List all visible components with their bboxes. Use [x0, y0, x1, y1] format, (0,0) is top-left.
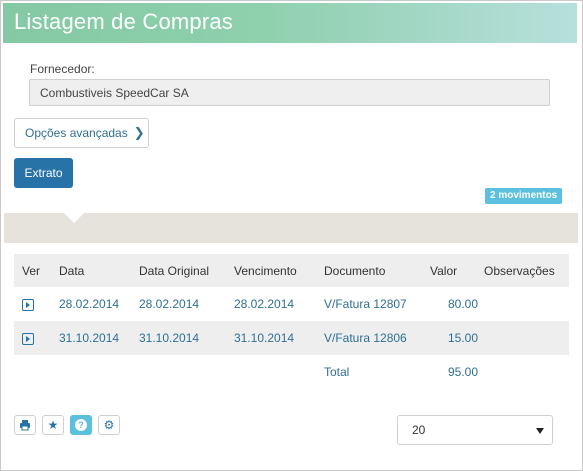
print-icon: [20, 420, 30, 431]
page-header: Listagem de Compras: [3, 3, 577, 43]
bottom-toolbar: ★ ? ⚙: [14, 415, 120, 435]
total-label: Total: [324, 365, 350, 379]
chevron-down-icon: [536, 428, 544, 434]
col-ver[interactable]: Ver: [14, 254, 59, 287]
cell-data[interactable]: 31.10.2014: [59, 321, 139, 355]
settings-button[interactable]: ⚙: [98, 415, 120, 435]
help-button[interactable]: ?: [70, 415, 92, 435]
cell-data[interactable]: 28.02.2014: [59, 287, 139, 321]
supplier-field[interactable]: Combustiveis SpeedCar SA: [29, 79, 550, 106]
extrato-button[interactable]: Extrato: [14, 158, 73, 188]
view-icon[interactable]: [22, 298, 34, 311]
section-divider-band: [4, 213, 578, 243]
cell-documento[interactable]: V/Fatura 12806: [324, 321, 424, 355]
col-data-original[interactable]: Data Original: [139, 254, 234, 287]
cell-valor[interactable]: 80.00: [424, 287, 484, 321]
print-button[interactable]: [14, 415, 36, 435]
table-row: 28.02.2014 28.02.2014 28.02.2014 V/Fatur…: [14, 287, 569, 321]
purchases-table-wrap: Ver Data Data Original Vencimento Docume…: [14, 254, 569, 389]
movements-badge: 2 movimentos: [485, 188, 563, 204]
supplier-label: Fornecedor:: [30, 62, 95, 76]
col-documento[interactable]: Documento: [324, 254, 424, 287]
view-icon[interactable]: [22, 332, 34, 345]
col-observacoes[interactable]: Observações: [484, 254, 569, 287]
col-valor[interactable]: Valor: [424, 254, 484, 287]
chevron-right-icon: ❯: [133, 125, 145, 140]
advanced-options-button[interactable]: Opções avançadas ❯: [14, 118, 149, 148]
col-vencimento[interactable]: Vencimento: [234, 254, 324, 287]
cell-data-original[interactable]: 28.02.2014: [139, 287, 234, 321]
col-data[interactable]: Data: [59, 254, 139, 287]
cell-vencimento[interactable]: 31.10.2014: [234, 321, 324, 355]
advanced-options-label: Opções avançadas: [25, 126, 128, 140]
cell-documento[interactable]: V/Fatura 12807: [324, 287, 424, 321]
total-row: Total 95.00: [14, 355, 569, 389]
gear-icon: ⚙: [103, 418, 115, 432]
band-notch: [64, 213, 84, 223]
favorite-button[interactable]: ★: [42, 415, 64, 435]
page-size-value: 20: [412, 423, 426, 437]
star-icon: ★: [47, 418, 59, 432]
purchases-table: Ver Data Data Original Vencimento Docume…: [14, 254, 569, 389]
cell-observacoes: [484, 287, 569, 321]
cell-vencimento[interactable]: 28.02.2014: [234, 287, 324, 321]
cell-observacoes: [484, 321, 569, 355]
help-icon: ?: [75, 419, 87, 431]
page-size-select[interactable]: 20: [397, 415, 553, 445]
table-row: 31.10.2014 31.10.2014 31.10.2014 V/Fatur…: [14, 321, 569, 355]
cell-data-original[interactable]: 31.10.2014: [139, 321, 234, 355]
page-title: Listagem de Compras: [14, 9, 234, 34]
total-value: 95.00: [447, 365, 478, 379]
table-header-row: Ver Data Data Original Vencimento Docume…: [14, 254, 569, 287]
cell-valor[interactable]: 15.00: [424, 321, 484, 355]
